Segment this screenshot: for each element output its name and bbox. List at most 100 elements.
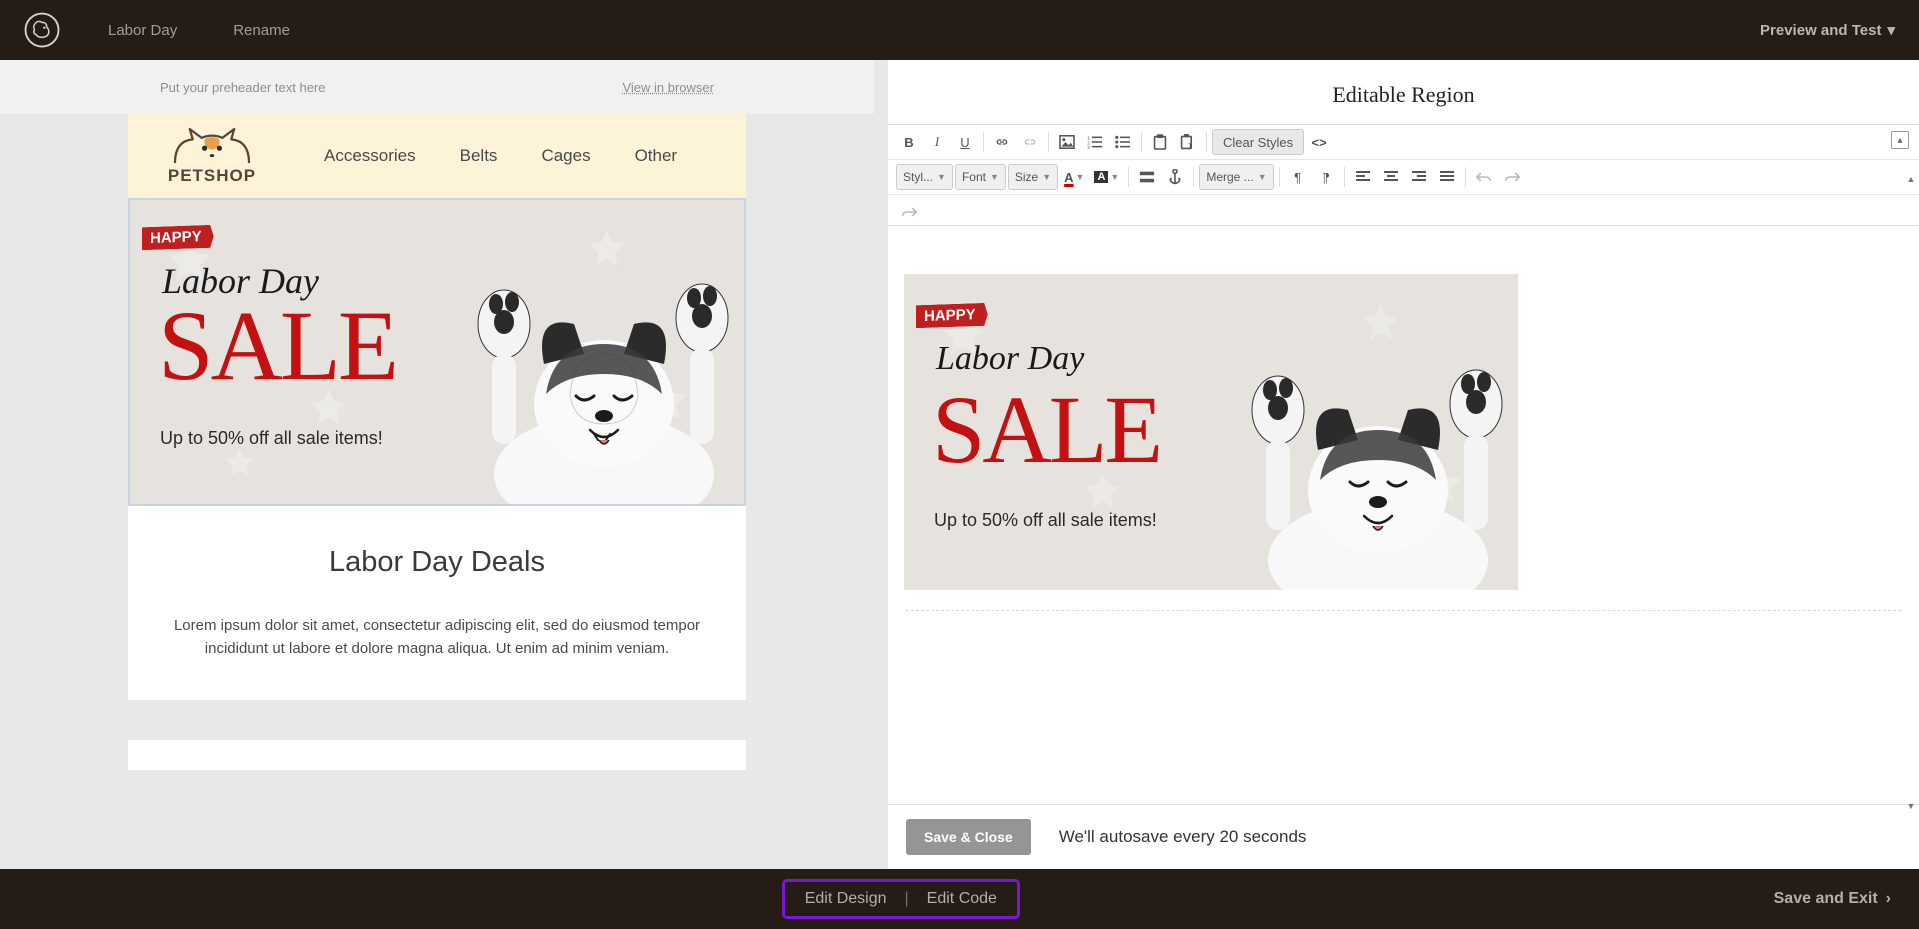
edit-mode-highlight: Edit Design | Edit Code [782,879,1020,919]
cat-icon [167,126,257,166]
style-label: Styl... [903,170,933,184]
align-right-icon [1412,171,1426,183]
merge-label: Merge ... [1206,170,1253,184]
paste-icon [1153,134,1167,150]
align-justify-button[interactable] [1434,164,1460,190]
hero-sale: SALE [158,288,396,403]
redo-icon [1504,171,1520,183]
brand-name: PETSHOP [168,166,256,186]
collapse-toolbar-button[interactable]: ▴ [1891,131,1909,149]
preheader-placeholder[interactable]: Put your preheader text here [160,80,326,95]
editor-canvas[interactable]: HAPPY Labor Day SALE Up to 50% off all s… [888,226,1919,804]
deals-body: Lorem ipsum dolor sit amet, consectetur … [168,615,706,660]
redo-button[interactable] [1499,164,1525,190]
svg-text:3: 3 [1087,145,1090,149]
nav-other[interactable]: Other [635,146,678,166]
editor-divider [906,610,1901,611]
scroll-up-icon[interactable]: ▲ [1905,174,1917,186]
source-code-button[interactable]: <> [1306,129,1332,155]
image-button[interactable] [1054,129,1080,155]
mailchimp-logo[interactable] [24,12,60,48]
rename-link[interactable]: Rename [233,22,290,39]
hero-image-block[interactable]: HAPPY Labor Day SALE Up to 50% off all s… [128,198,746,506]
preview-test-label: Preview and Test [1760,22,1881,39]
hero-subtitle: Up to 50% off all sale items! [160,428,383,449]
align-left-button[interactable] [1350,164,1376,190]
link-button[interactable] [989,129,1015,155]
chevron-down-icon: ▼ [1258,172,1267,182]
dog-image [1218,330,1518,590]
brand-header: PETSHOP Accessories Belts Cages Other [128,114,746,198]
anchor-icon [1168,169,1182,185]
main-split: Put your preheader text here View in bro… [0,60,1919,869]
hr-icon [1139,170,1155,184]
editor-scrollbar[interactable]: ▲ ▼ [1905,188,1917,799]
anchor-button[interactable] [1162,164,1188,190]
autosave-note: We'll autosave every 20 seconds [1059,827,1307,847]
hr-button[interactable] [1134,164,1160,190]
align-right-button[interactable] [1406,164,1432,190]
italic-button[interactable]: I [924,129,950,155]
pipe-divider: | [905,890,909,908]
edit-design-link[interactable]: Edit Design [805,890,887,908]
font-dropdown[interactable]: Font ▼ [955,164,1006,190]
redo-button-2[interactable] [896,199,922,225]
happy-ribbon: HAPPY [916,303,988,329]
dog-image [444,244,746,504]
nav-belts[interactable]: Belts [460,146,498,166]
hero-subtitle: Up to 50% off all sale items! [934,510,1157,531]
hero-cursive: Labor Day [936,340,1084,378]
brand-logo[interactable]: PETSHOP [156,124,268,188]
topbar: Labor Day Rename Preview and Test ▾ [0,0,1919,60]
ul-icon [1115,135,1131,149]
save-and-exit-button[interactable]: Save and Exit › [1774,890,1891,908]
chevron-down-icon: ▼ [937,172,946,182]
bg-color-button[interactable]: A▼ [1090,164,1123,190]
chevron-down-icon: ▼ [990,172,999,182]
paste-text-button[interactable]: T [1175,129,1201,155]
editor-hero-image[interactable]: HAPPY Labor Day SALE Up to 50% off all s… [904,274,1518,590]
view-in-browser-link[interactable]: View in browser [622,80,714,95]
merge-tags-dropdown[interactable]: Merge ... ▼ [1199,164,1273,190]
undo-button[interactable] [1471,164,1497,190]
nav-cages[interactable]: Cages [541,146,590,166]
preview-and-test-menu[interactable]: Preview and Test ▾ [1760,21,1895,39]
style-dropdown[interactable]: Styl... ▼ [896,164,953,190]
clear-styles-button[interactable]: Clear Styles [1212,129,1304,155]
underline-button[interactable]: U [952,129,978,155]
size-label: Size [1015,170,1038,184]
rtl-button[interactable]: ¶ [1313,164,1339,190]
ol-icon: 123 [1087,135,1103,149]
nav-accessories[interactable]: Accessories [324,146,416,166]
deals-section[interactable]: Labor Day Deals Lorem ipsum dolor sit am… [128,506,746,700]
ltr-button[interactable]: ¶ [1285,164,1311,190]
image-icon [1059,135,1075,149]
align-center-button[interactable] [1378,164,1404,190]
chevron-down-icon: ▼ [1110,172,1119,182]
chevron-right-icon: › [1886,890,1891,908]
edit-code-link[interactable]: Edit Code [927,890,997,908]
numbered-list-button[interactable]: 123 [1082,129,1108,155]
chevron-down-icon: ▾ [1887,21,1895,39]
text-color-button[interactable]: A▼ [1060,164,1088,190]
scroll-down-icon[interactable]: ▼ [1905,801,1917,813]
topbar-titles: Labor Day Rename [108,22,290,39]
campaign-name[interactable]: Labor Day [108,22,177,39]
paste-text-icon: T [1180,134,1196,150]
bold-button[interactable]: B [896,129,922,155]
freddie-icon [24,12,60,48]
happy-ribbon: HAPPY [142,225,214,251]
unlink-button[interactable] [1017,129,1043,155]
brand-nav: Accessories Belts Cages Other [324,146,677,166]
link-icon [994,136,1010,148]
save-close-button[interactable]: Save & Close [906,819,1031,855]
size-dropdown[interactable]: Size▼ [1008,164,1058,190]
save-exit-label: Save and Exit [1774,890,1878,908]
font-label: Font [962,170,986,184]
redo-icon [901,206,917,218]
bullet-list-button[interactable] [1110,129,1136,155]
align-center-icon [1384,171,1398,183]
paste-button[interactable] [1147,129,1173,155]
preview-scroll[interactable]: Put your preheader text here View in bro… [0,60,874,869]
preheader-row: Put your preheader text here View in bro… [0,60,874,114]
